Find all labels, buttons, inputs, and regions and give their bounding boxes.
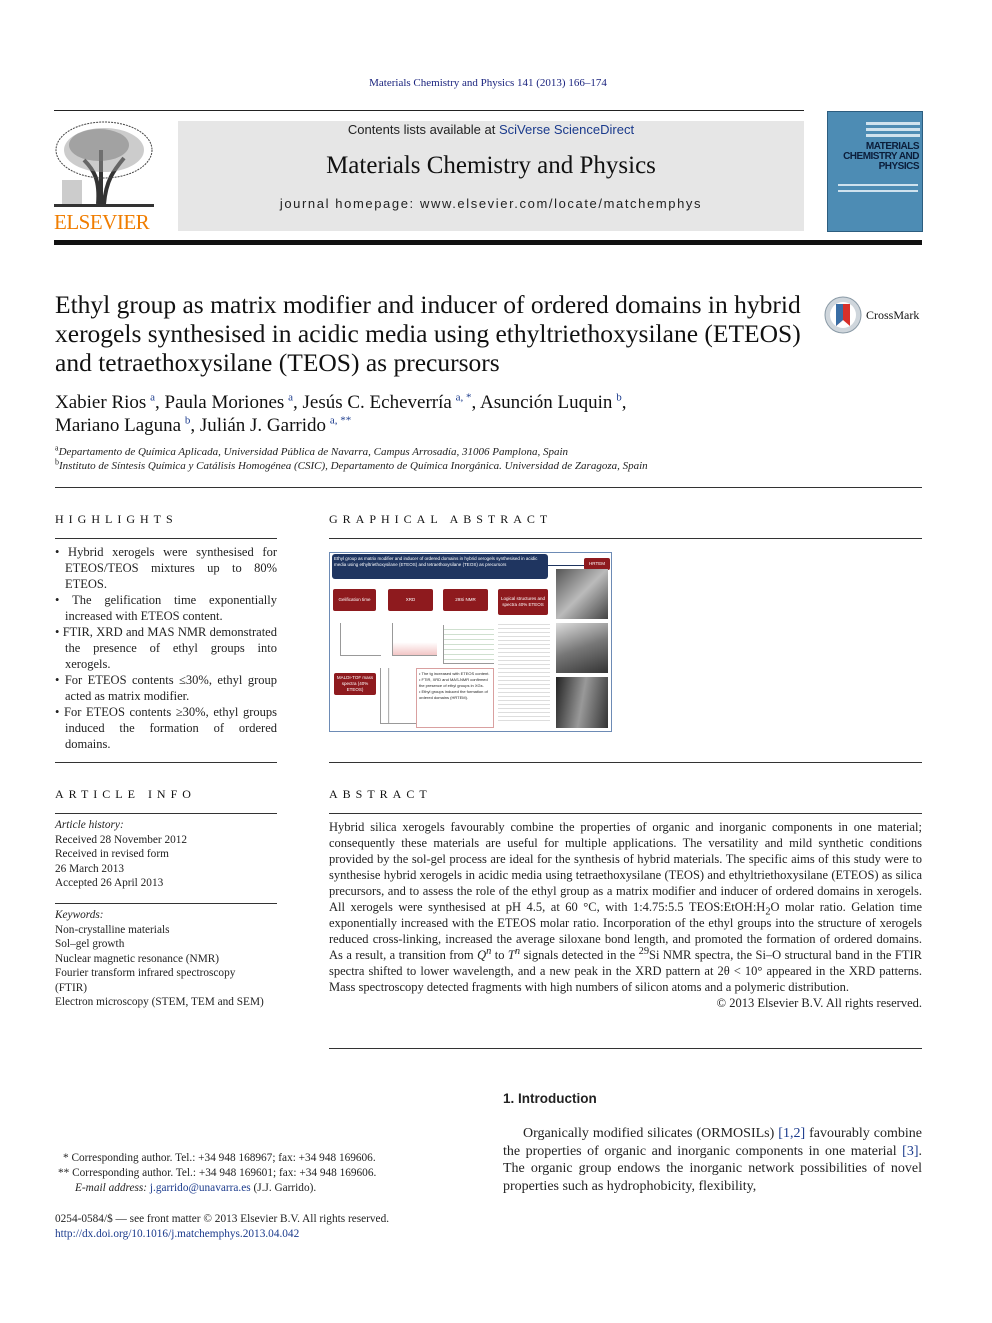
ga-bullets: • The tg increased with ETEOS content. • … <box>416 668 494 728</box>
front-matter-text: 0254-0584/$ — see front matter © 2013 El… <box>55 1213 390 1225</box>
author-list: Xabier Rios a, Paula Moriones a, Jesús C… <box>55 391 627 436</box>
ga-box-nmr: 29Si NMR <box>443 589 488 611</box>
elsevier-logo[interactable]: ELSEVIER <box>54 120 156 234</box>
crossmark-button[interactable]: CrossMark <box>824 296 924 336</box>
highlight-item: • The gelification time exponentially in… <box>55 593 277 623</box>
divider <box>329 813 922 814</box>
ga-structures <box>498 621 550 721</box>
highlight-item: • For ETEOS contents ≥30%, ethyl groups … <box>55 705 277 751</box>
article-history: Article history: Received 28 November 201… <box>55 818 277 891</box>
highlight-item: • Hybrid xerogels were synthesised for E… <box>55 545 277 591</box>
affiliations: aDepartamento de Química Aplicada, Unive… <box>55 443 648 473</box>
keyword: Non-crystalline materials <box>55 923 170 936</box>
ga-hrtem-image <box>556 623 608 673</box>
introduction-text: Organically modified silicates (ORMOSILs… <box>503 1126 922 1194</box>
abstract-text: Hybrid silica xerogels favourably combin… <box>329 820 923 994</box>
header-rule <box>54 240 922 245</box>
author-affiliation-marker[interactable]: a, ** <box>330 415 351 427</box>
divider <box>55 538 277 539</box>
ga-bullet: • Ethyl groups induced the formation of … <box>419 689 488 700</box>
divider <box>55 762 277 763</box>
contents-prefix: Contents lists available at <box>347 122 499 137</box>
journal-cover[interactable]: MATERIALS CHEMISTRY AND PHYSICS <box>827 111 923 232</box>
cover-title: MATERIALS CHEMISTRY AND PHYSICS <box>843 141 919 172</box>
front-matter: 0254-0584/$ — see front matter © 2013 El… <box>55 1212 389 1241</box>
highlight-item: • For ETEOS contents ≤30%, ethyl group a… <box>55 673 277 703</box>
history-item: Received in revised form <box>55 848 169 860</box>
history-item: Accepted 26 April 2013 <box>55 877 164 889</box>
keyword: Sol–gel growth <box>55 938 125 950</box>
author-name[interactable]: Julián J. Garrido <box>200 415 326 436</box>
elsevier-wordmark: ELSEVIER <box>54 210 150 234</box>
reference-link[interactable]: [3] <box>902 1144 918 1159</box>
footnote-corresponding-1: * Corresponding author. Tel.: +34 948 16… <box>63 1152 376 1164</box>
ga-plot-maldi <box>380 668 416 724</box>
author-name[interactable]: Jesús C. Echeverría <box>303 392 452 413</box>
article-info-heading: ARTICLE INFO <box>55 787 196 801</box>
highlights-heading: HIGHLIGHTS <box>55 512 178 526</box>
ga-box-xrd: XRD <box>388 589 433 611</box>
footnote-email: E-mail address: j.garrido@unavarra.es (J… <box>75 1182 317 1194</box>
footnotes: * Corresponding author. Tel.: +34 948 16… <box>55 1151 376 1196</box>
graphical-abstract-figure[interactable]: Ethyl group as matrix modifier and induc… <box>329 552 612 732</box>
ga-hrtem-image <box>556 677 608 728</box>
keywords: Keywords: Non-crystalline materials Sol–ge… <box>55 908 277 1010</box>
divider <box>329 1048 922 1049</box>
highlights-list: • Hybrid xerogels were synthesised for E… <box>55 544 277 752</box>
journal-title: Materials Chemistry and Physics <box>326 152 656 179</box>
sciencedirect-link[interactable]: SciVerse ScienceDirect <box>499 122 634 137</box>
homepage-prefix: journal homepage: <box>279 196 420 211</box>
affiliation: bInstituto de Síntesis Química y Catális… <box>55 457 648 472</box>
ga-bullet: • FTIR, XRD and MAS-NMR confirmed the pr… <box>419 677 488 688</box>
contents-line: Contents lists available at SciVerse Sci… <box>178 121 804 137</box>
footnote-corresponding-2: ** Corresponding author. Tel.: +34 948 1… <box>58 1167 377 1179</box>
ga-box-maldi: MALDI-TOF mass spectra (40% ETEOS) <box>334 673 376 695</box>
graphical-abstract-heading: GRAPHICAL ABSTRACT <box>329 512 553 526</box>
copyright: © 2013 Elsevier B.V. All rights reserved… <box>716 996 922 1010</box>
ga-plot-nmr <box>443 625 494 664</box>
reference-link[interactable]: [1,2] <box>778 1126 805 1141</box>
email-link[interactable]: j.garrido@unavarra.es <box>150 1182 251 1194</box>
highlight-item: • FTIR, XRD and MAS NMR demonstrated the… <box>55 625 277 671</box>
crossmark-icon <box>824 296 862 334</box>
history-item: Received 28 November 2012 <box>55 833 188 846</box>
author-affiliation-marker[interactable]: a, * <box>456 392 472 404</box>
article-page: Materials Chemistry and Physics 141 (201… <box>0 0 992 1323</box>
section-heading-introduction: 1. Introduction <box>503 1091 597 1106</box>
doi-link[interactable]: http://dx.doi.org/10.1016/j.matchemphys.… <box>55 1227 389 1242</box>
ga-plot-gelification <box>340 623 381 656</box>
divider <box>55 903 277 904</box>
keyword: Electron microscopy (STEM, TEM and SEM) <box>55 996 264 1008</box>
ga-box-gelification: Gelification time <box>333 589 376 611</box>
affiliation: aDepartamento de Química Aplicada, Unive… <box>55 443 568 458</box>
author-name[interactable]: Asunción Luquin <box>480 392 612 413</box>
article-title: Ethyl group as matrix modifier and induc… <box>55 290 801 377</box>
journal-banner: Contents lists available at SciVerse Sci… <box>178 121 804 231</box>
author-name[interactable]: Mariano Laguna <box>55 415 181 436</box>
author-name[interactable]: Paula Moriones <box>165 392 285 413</box>
keyword: (FTIR) <box>55 981 88 994</box>
divider <box>54 110 804 111</box>
divider <box>55 487 922 488</box>
ga-plot-xrd <box>392 623 437 656</box>
keywords-label: Keywords: <box>55 909 104 921</box>
divider <box>329 762 922 763</box>
elsevier-tree-icon <box>54 121 154 207</box>
ga-hrtem-image <box>556 569 608 619</box>
abstract-body: Hybrid silica xerogels favourably combin… <box>329 819 922 1011</box>
journal-citation[interactable]: Materials Chemistry and Physics 141 (201… <box>0 77 976 89</box>
history-item: 26 March 2013 <box>55 862 125 875</box>
author-name[interactable]: Xabier Rios <box>55 392 146 413</box>
abstract-heading: ABSTRACT <box>329 787 432 801</box>
journal-homepage: journal homepage: www.elsevier.com/locat… <box>178 196 804 211</box>
ga-box-structures: Logical structures and spectra 40% ETEOS <box>498 589 548 615</box>
ga-header: Ethyl group as matrix modifier and induc… <box>332 554 548 579</box>
homepage-link[interactable]: www.elsevier.com/locate/matchemphys <box>420 196 702 211</box>
crossmark-label: CrossMark <box>866 308 920 322</box>
keyword: Nuclear magnetic resonance (NMR) <box>55 952 220 965</box>
divider <box>329 538 922 539</box>
history-label: Article history: <box>55 819 124 831</box>
keyword: Fourier transform infrared spectroscopy <box>55 967 236 979</box>
divider <box>55 813 277 814</box>
